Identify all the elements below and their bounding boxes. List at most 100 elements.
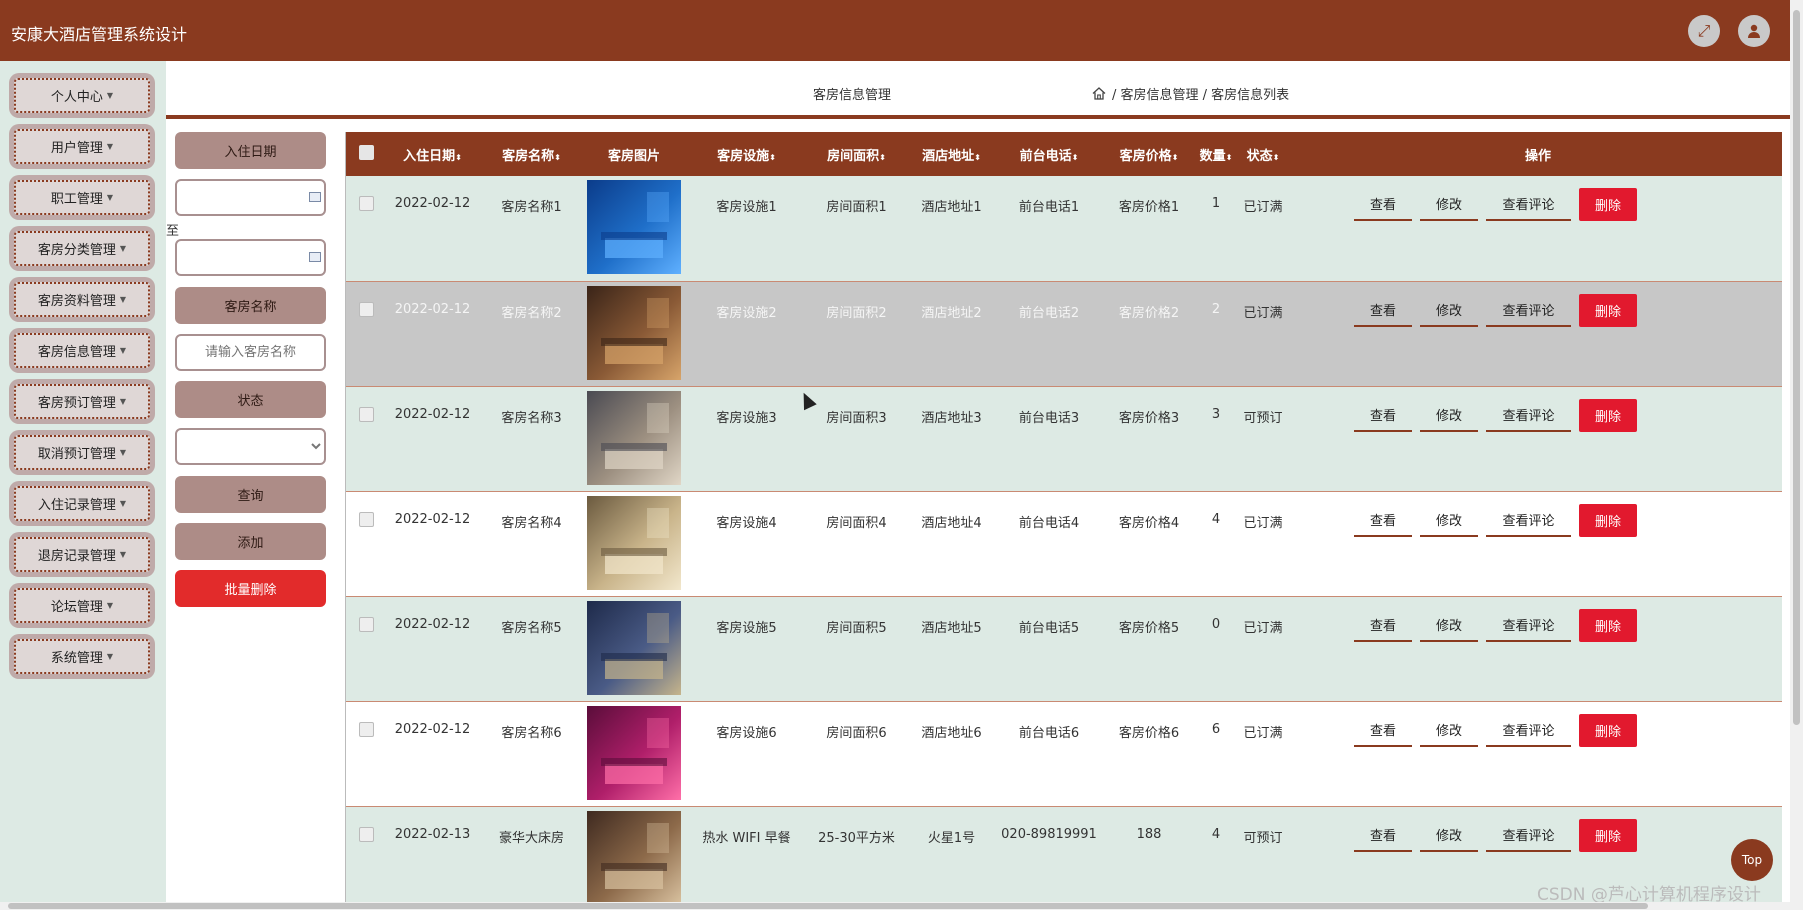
delete-button[interactable]: 删除 [1579,398,1637,432]
room-photo [587,180,681,274]
view-comments-button[interactable]: 查看评论 [1486,188,1571,221]
edit-button[interactable]: 修改 [1420,294,1478,327]
sidebar-item-users[interactable]: 用户管理 ▼ [9,124,155,169]
row-checkbox[interactable] [358,301,374,317]
sort-icon[interactable]: ⬍ [1273,153,1280,162]
sort-icon[interactable]: ⬍ [554,153,561,162]
status-select[interactable] [175,428,326,465]
sidebar-item-staff[interactable]: 职工管理 ▼ [9,175,155,220]
sort-icon[interactable]: ⬍ [879,153,886,162]
query-button[interactable]: 查询 [175,476,326,513]
edit-button[interactable]: 修改 [1420,188,1478,221]
column-header-date[interactable]: 入住日期⬍ [386,132,479,176]
row-checkbox[interactable] [358,721,374,737]
batch-delete-button[interactable]: 批量删除 [175,570,326,607]
view-comments-button[interactable]: 查看评论 [1486,819,1571,852]
sort-icon[interactable]: ⬍ [974,153,981,162]
cell-phone: 前台电话1 [1018,200,1080,215]
row-checkbox[interactable] [358,826,374,842]
row-checkbox[interactable] [358,406,374,422]
sidebar-item-forum[interactable]: 论坛管理 ▼ [9,583,155,628]
view-button[interactable]: 查看 [1354,609,1412,642]
sidebar-item-checkin[interactable]: 入住记录管理 ▼ [9,481,155,526]
caret-down-icon: ▼ [119,499,127,508]
delete-button[interactable]: 删除 [1579,188,1637,221]
column-header-phone[interactable]: 前台电话⬍ [999,132,1099,176]
view-comments-button[interactable]: 查看评论 [1486,714,1571,747]
view-button[interactable]: 查看 [1354,294,1412,327]
view-button[interactable]: 查看 [1354,504,1412,537]
view-button[interactable]: 查看 [1354,188,1412,221]
cell-status: 已订满 [1243,620,1283,636]
column-header-qty[interactable]: 数量⬍ [1199,132,1233,176]
add-button[interactable]: 添加 [175,523,326,560]
date-end-input[interactable] [175,239,326,276]
row-checkbox[interactable] [358,616,374,632]
edit-button[interactable]: 修改 [1420,714,1478,747]
column-header-price[interactable]: 客房价格⬍ [1099,132,1199,176]
edit-button[interactable]: 修改 [1420,399,1478,432]
sidebar-item-label: 入住记录管理 [37,498,116,513]
table-row: 2022-02-12 客房名称5 客房设施5 房间面积5 酒店地址5 前台电话5 客房价格5… [346,596,1782,701]
sidebar-item-cancel-booking[interactable]: 取消预订管理 ▼ [9,430,155,475]
home-icon[interactable] [1092,87,1106,100]
user-icon[interactable] [1738,15,1770,47]
calendar-icon[interactable] [309,252,321,262]
row-checkbox[interactable] [358,196,374,211]
room-name-input[interactable] [175,334,326,371]
delete-button[interactable]: 删除 [1579,293,1637,327]
back-to-top-button[interactable]: Top [1731,839,1773,881]
calendar-icon[interactable] [309,192,321,202]
view-comments-button[interactable]: 查看评论 [1486,609,1571,642]
view-comments-button[interactable]: 查看评论 [1486,294,1571,327]
column-header-status[interactable]: 状态⬍ [1233,132,1293,176]
delete-button[interactable]: 删除 [1579,713,1637,747]
cell-area: 房间面积5 [826,620,887,636]
caret-down-icon: ▼ [119,244,127,253]
sort-icon[interactable]: ⬍ [1072,153,1079,162]
room-photo [587,810,681,902]
view-button[interactable]: 查看 [1354,819,1412,852]
delete-button[interactable]: 删除 [1579,503,1637,537]
page-title: 客房信息管理 [813,88,892,103]
room-photo [587,390,681,485]
cell-name: 客房名称3 [501,410,562,426]
sidebar-item-room-category[interactable]: 客房分类管理 ▼ [9,226,155,271]
view-comments-button[interactable]: 查看评论 [1486,504,1571,537]
horizontal-scrollbar[interactable] [0,902,1790,910]
sidebar-item-checkout[interactable]: 退房记录管理 ▼ [9,532,155,577]
cell-status: 可预订 [1243,830,1283,846]
view-button[interactable]: 查看 [1354,399,1412,432]
view-comments-button[interactable]: 查看评论 [1486,399,1571,432]
sidebar-item-personal-center[interactable]: 个人中心 ▼ [9,73,155,118]
column-header-area[interactable]: 房间面积⬍ [809,132,904,176]
edit-button[interactable]: 修改 [1420,609,1478,642]
sidebar-item-system[interactable]: 系统管理 ▼ [9,634,155,679]
cell-area: 房间面积4 [826,515,887,531]
view-button[interactable]: 查看 [1354,714,1412,747]
sort-icon[interactable]: ⬍ [1226,153,1233,162]
caret-down-icon: ▼ [119,550,127,559]
edit-button[interactable]: 修改 [1420,504,1478,537]
date-start-input[interactable] [175,179,326,216]
breadcrumb-trail[interactable]: / 客房信息管理 / 客房信息列表 [1112,84,1289,103]
edit-button[interactable]: 修改 [1420,819,1478,852]
delete-button[interactable]: 删除 [1579,608,1637,642]
vertical-scrollbar[interactable] [1790,0,1803,910]
sort-icon[interactable]: ⬍ [769,153,776,162]
cell-address: 酒店地址4 [921,515,982,531]
sidebar-item-label: 取消预订管理 [37,447,116,462]
sidebar-item-room-profile[interactable]: 客房资料管理 ▼ [9,277,155,322]
row-checkbox[interactable] [358,511,374,527]
select-all-checkbox[interactable] [358,144,374,160]
breadcrumb-bar: 客房信息管理 / 客房信息管理 / 客房信息列表 [166,61,1790,119]
sort-icon[interactable]: ⬍ [1172,153,1179,162]
sidebar-item-room-info[interactable]: 客房信息管理 ▼ [9,328,155,373]
column-header-facility[interactable]: 客房设施⬍ [684,132,809,176]
sidebar-item-booking[interactable]: 客房预订管理 ▼ [9,379,155,424]
sort-icon[interactable]: ⬍ [455,153,462,162]
column-header-address[interactable]: 酒店地址⬍ [904,132,999,176]
expand-icon[interactable]: ⤢ [1688,15,1720,47]
delete-button[interactable]: 删除 [1579,818,1637,852]
column-header-name[interactable]: 客房名称⬍ [479,132,584,176]
